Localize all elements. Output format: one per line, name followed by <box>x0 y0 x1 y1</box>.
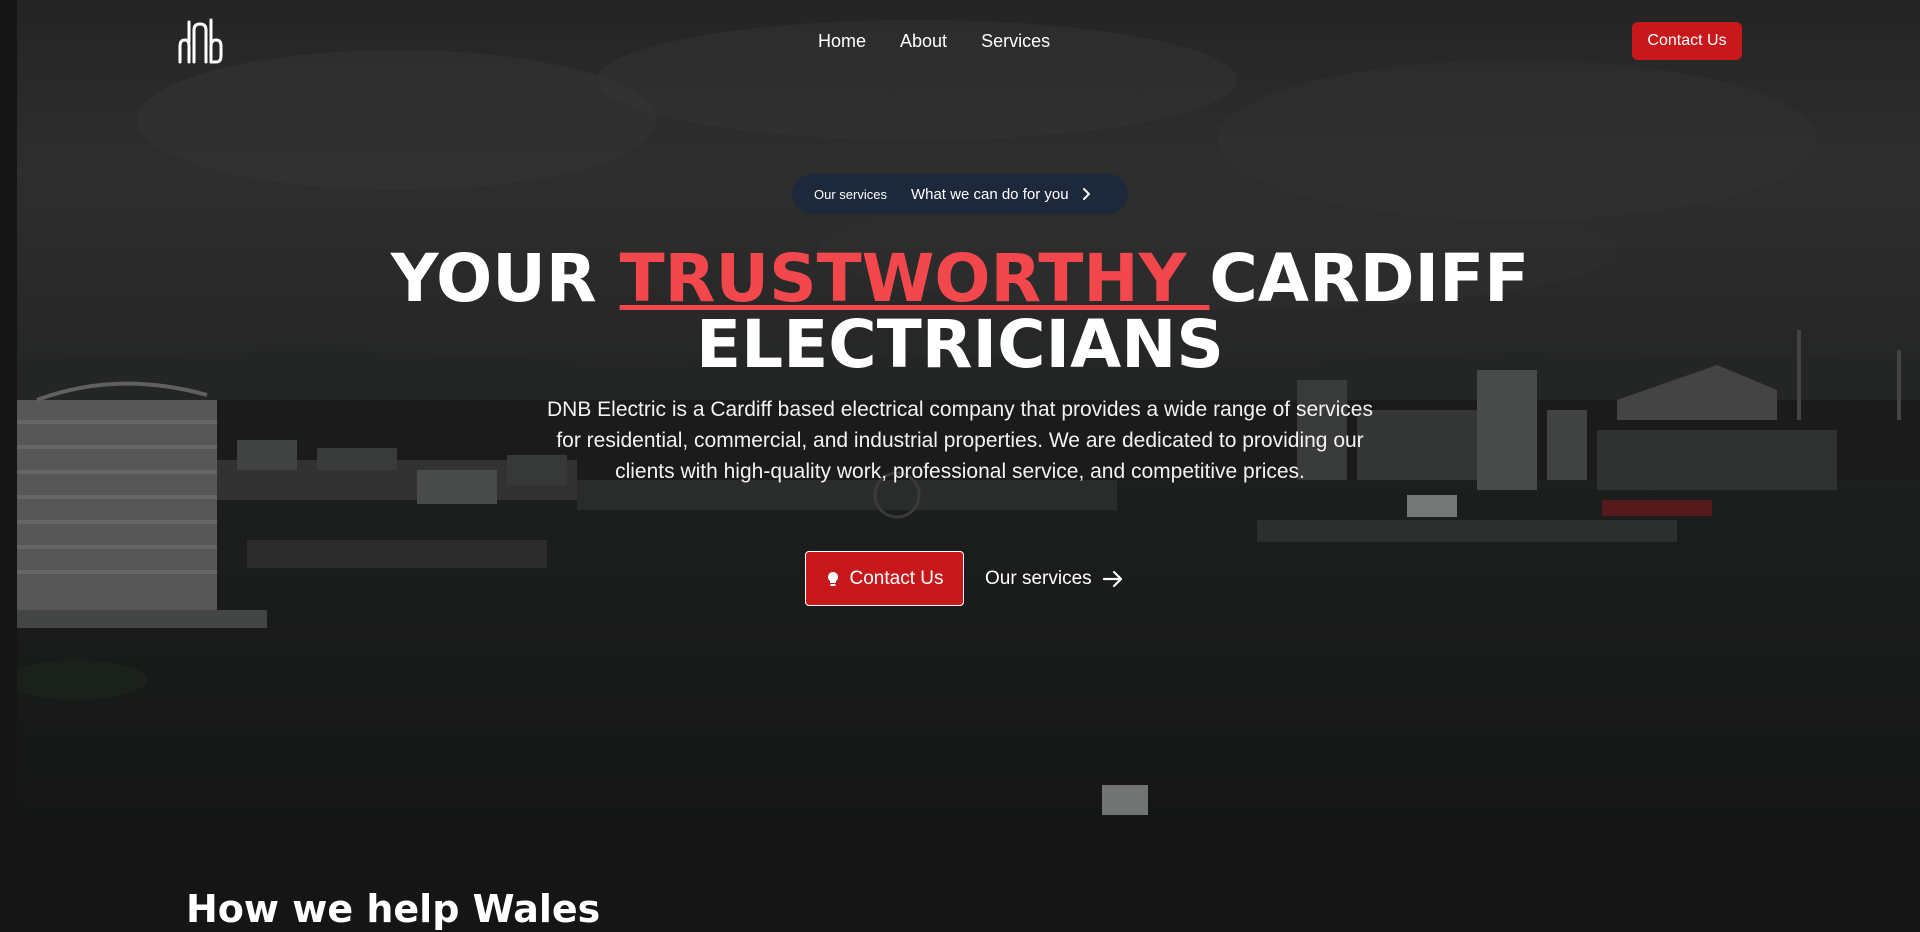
pill-text: What we can do for you <box>910 185 1069 203</box>
nav-link-about[interactable]: About <box>900 30 947 52</box>
hero-contact-button[interactable]: Contact Us <box>805 551 964 606</box>
headline-part2: CARDIFF <box>1209 240 1530 317</box>
lightbulb-icon <box>826 571 840 587</box>
headline-line2: ELECTRICIANS <box>696 306 1224 383</box>
hero-contact-label: Contact Us <box>849 567 944 589</box>
hero-services-label: Our services <box>985 568 1092 589</box>
hero-services-link[interactable]: Our services <box>985 564 1124 594</box>
nav-links: Home About Services <box>818 30 1050 52</box>
top-navigation: Home About Services Contact Us <box>0 0 1920 82</box>
nav-link-services[interactable]: Services <box>981 30 1050 52</box>
nav-contact-button[interactable]: Contact Us <box>1632 22 1742 60</box>
headline-part1: YOUR <box>390 240 620 317</box>
chevron-right-icon <box>1079 187 1093 201</box>
hero-headline: YOUR TRUSTWORTHY CARDIFF ELECTRICIANS <box>0 246 1920 378</box>
dnb-logo-icon[interactable] <box>176 18 224 66</box>
services-pill-link[interactable]: Our services What we can do for you <box>792 174 1128 214</box>
hero-lead-text: DNB Electric is a Cardiff based electric… <box>547 398 1373 483</box>
pill-tag: Our services <box>814 186 887 202</box>
section-title: How we help Wales <box>186 887 601 931</box>
nav-link-home[interactable]: Home <box>818 30 866 52</box>
arrow-right-icon <box>1102 570 1124 588</box>
